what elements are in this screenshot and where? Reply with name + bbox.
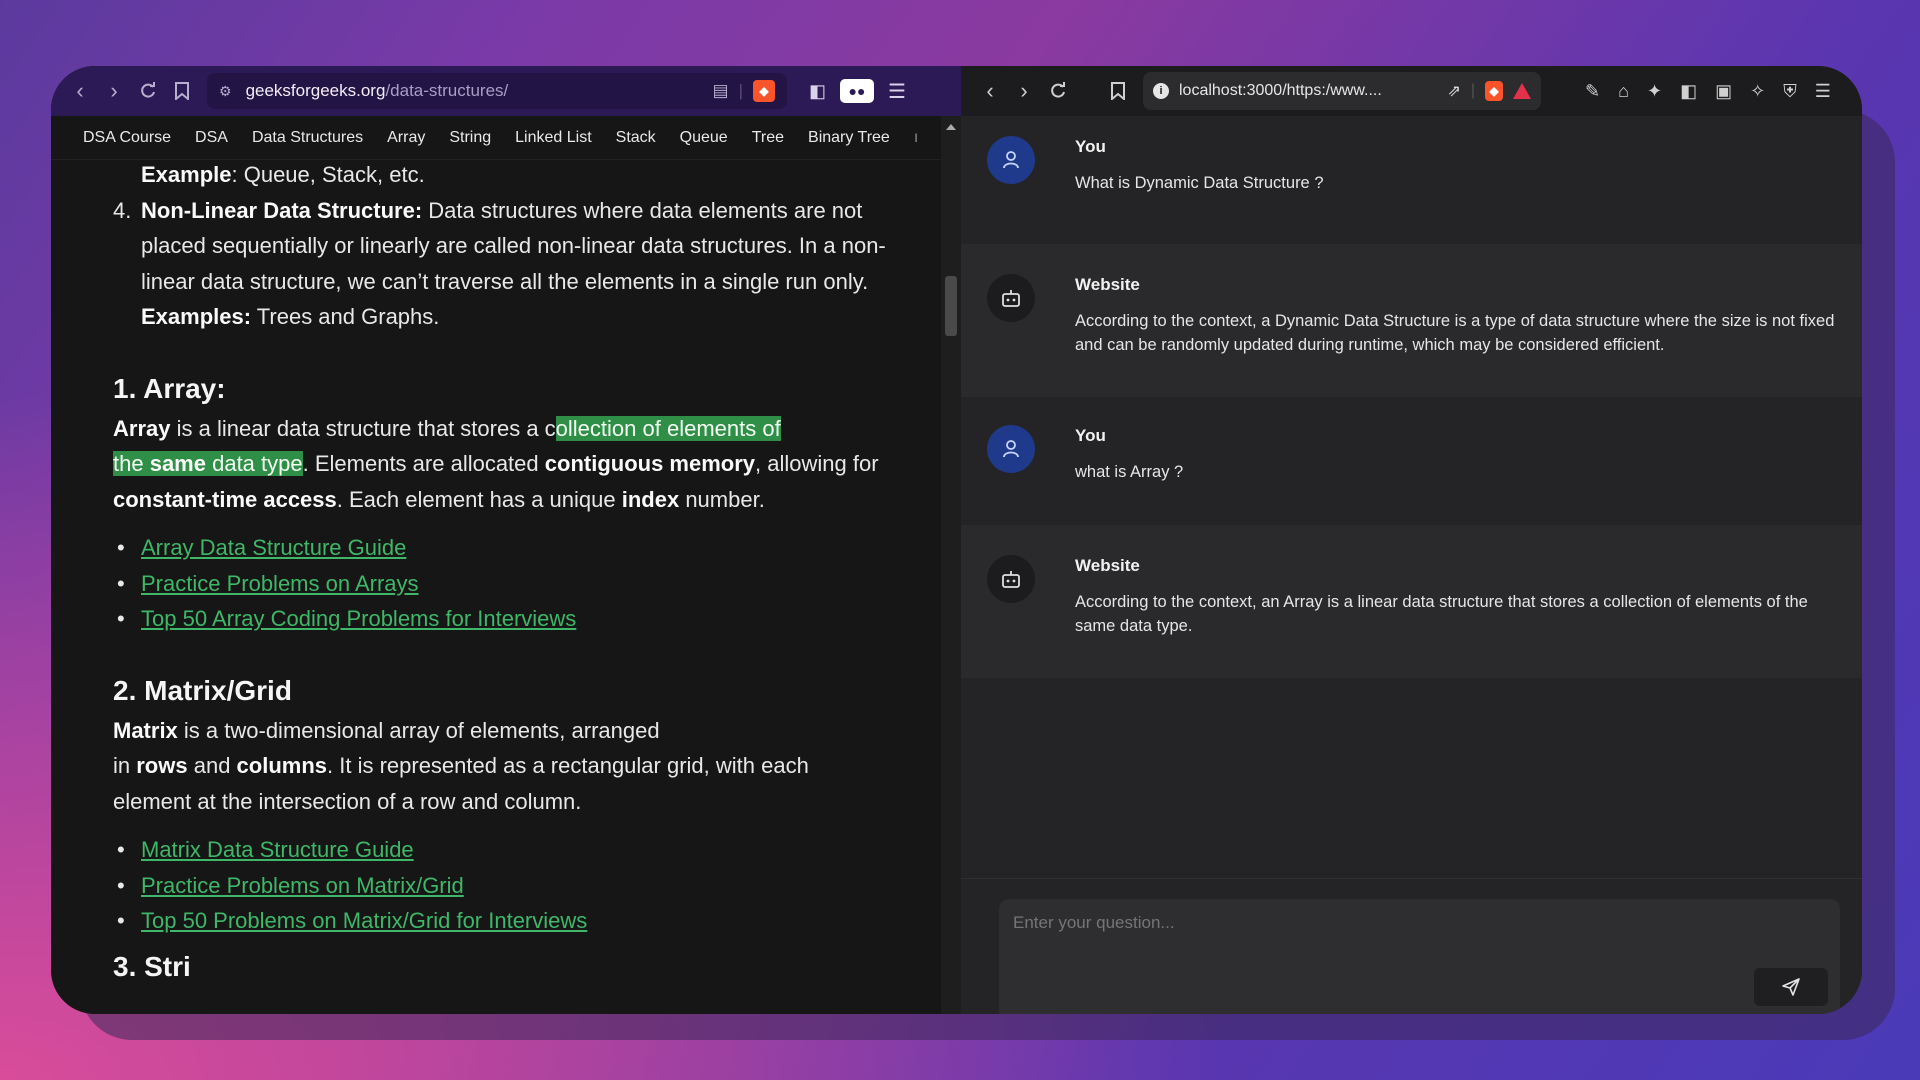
array-paragraph: Array is a linear data structure that st… (113, 415, 879, 512)
forward-icon[interactable]: › (97, 74, 131, 108)
brave-shields-icon[interactable]: ◆ (753, 80, 775, 102)
menu-icon[interactable]: ☰ (1815, 81, 1831, 102)
reload-icon[interactable] (1041, 74, 1075, 108)
sidebar-toggle-icon[interactable]: ◧ (809, 81, 826, 102)
bookmark-icon[interactable] (165, 74, 199, 108)
browser-window: ‹ › ⚙ geeksforgeeks.org/data-structures/… (51, 66, 1862, 1014)
reader-mode-icon[interactable]: ▤ (713, 81, 729, 101)
right-browser-pane: ‹ › i localhost:3000/https:/www.... ⇗ | … (961, 66, 1862, 1014)
link-matrix-practice[interactable]: Practice Problems on Matrix/Grid (141, 873, 464, 898)
nav-link-tree[interactable]: Tree (752, 129, 784, 147)
matrix-heading: 2. Matrix/Grid (113, 674, 292, 706)
user-avatar-icon (987, 425, 1035, 473)
url-text: localhost:3000/https:/www.... (1179, 82, 1382, 99)
site-nav: DSA Course DSA Data Structures Array Str… (51, 116, 961, 160)
scroll-thumb[interactable] (945, 276, 957, 336)
nav-link-string[interactable]: String (449, 129, 491, 147)
wallet-icon[interactable]: ▣ (1715, 81, 1732, 102)
message-sender: You (1075, 426, 1106, 445)
article-content: Example: Queue, Stack, etc. 4. Non-Linea… (51, 157, 961, 983)
matrix-paragraph: Matrix is a two-dimensional array of ele… (113, 717, 809, 814)
brave-shields-icon[interactable]: ◆ (1485, 81, 1503, 101)
info-icon[interactable]: i (1153, 83, 1169, 99)
bot-extension-icon[interactable]: ⌂ (1618, 81, 1629, 102)
highlighted-text: ollection of elements of (555, 415, 781, 441)
address-bar[interactable]: i localhost:3000/https:/www.... ⇗ | ◆ (1143, 72, 1541, 110)
nav-link-data-structures[interactable]: Data Structures (252, 129, 363, 147)
right-toolbar: ‹ › i localhost:3000/https:/www.... ⇗ | … (961, 66, 1862, 116)
left-toolbar: ‹ › ⚙ geeksforgeeks.org/data-structures/… (51, 66, 961, 116)
sidebar-toggle-icon[interactable]: ◧ (1680, 81, 1697, 102)
nav-link-array[interactable]: Array (387, 129, 425, 147)
bookmark-icon[interactable] (1101, 74, 1135, 108)
vpn-shield-icon[interactable]: ⛨ (1783, 81, 1797, 102)
chat-message-bot: Website According to the context, a Dyna… (961, 244, 1862, 397)
array-links: Array Data Structure Guide Practice Prob… (113, 530, 891, 637)
nav-link-binary-tree[interactable]: Binary Tree (808, 129, 890, 147)
chat-message-user: You What is Dynamic Data Structure ? (961, 116, 1862, 244)
bot-avatar-icon (987, 555, 1035, 603)
share-icon[interactable]: ⇗ (1447, 81, 1460, 101)
user-avatar-icon (987, 136, 1035, 184)
nav-link-stack[interactable]: Stack (616, 129, 656, 147)
link-array-top50[interactable]: Top 50 Array Coding Problems for Intervi… (141, 606, 576, 631)
question-input[interactable] (999, 899, 1840, 1014)
next-heading-partial: 3. Stri (113, 950, 191, 982)
link-matrix-guide[interactable]: Matrix Data Structure Guide (141, 837, 414, 862)
nav-link-dsa-course[interactable]: DSA Course (83, 129, 171, 147)
page-scrollbar[interactable] (941, 116, 961, 1014)
chat-message-bot: Website According to the context, an Arr… (961, 525, 1862, 678)
scroll-up-arrow[interactable] (946, 124, 956, 130)
message-text: According to the context, a Dynamic Data… (1075, 312, 1835, 354)
send-icon (1782, 978, 1800, 996)
link-matrix-top50[interactable]: Top 50 Problems on Matrix/Grid for Inter… (141, 908, 587, 933)
left-browser-pane: ‹ › ⚙ geeksforgeeks.org/data-structures/… (51, 66, 961, 1014)
message-sender: Website (1075, 556, 1140, 575)
send-button[interactable] (1754, 968, 1828, 1006)
back-icon[interactable]: ‹ (973, 74, 1007, 108)
url-host: geeksforgeeks.org (245, 81, 386, 100)
numbered-list: 4. Non-Linear Data Structure: Data struc… (113, 193, 891, 335)
reload-icon[interactable] (131, 74, 165, 108)
address-bar[interactable]: ⚙ geeksforgeeks.org/data-structures/ ▤ |… (207, 73, 787, 109)
back-icon[interactable]: ‹ (63, 74, 97, 108)
example-line: Example: Queue, Stack, etc. (141, 162, 425, 187)
brave-rewards-icon[interactable] (1513, 83, 1531, 99)
matrix-links: Matrix Data Structure Guide Practice Pro… (113, 832, 891, 939)
link-array-guide[interactable]: Array Data Structure Guide (141, 535, 406, 560)
nav-link-linked-list[interactable]: Linked List (515, 129, 592, 147)
message-sender: Website (1075, 275, 1140, 294)
eyedropper-icon[interactable]: ✎ (1585, 81, 1600, 102)
nav-link-dsa[interactable]: DSA (195, 129, 228, 147)
chat-message-user: You what is Array ? (961, 397, 1862, 525)
site-settings-icon[interactable]: ⚙ (219, 83, 232, 100)
bot-avatar-icon (987, 274, 1035, 322)
extensions-icon[interactable]: ✦ (1647, 81, 1662, 102)
chat-thread: You What is Dynamic Data Structure ? Web… (961, 116, 1862, 678)
url-path: /data-structures/ (385, 81, 509, 100)
array-heading: 1. Array: (113, 372, 226, 404)
leo-icon[interactable]: ✧ (1750, 81, 1765, 102)
nav-link-queue[interactable]: Queue (680, 129, 728, 147)
nav-overflow-divider: ı (913, 128, 919, 146)
composer-area (961, 878, 1862, 1014)
message-text: What is Dynamic Data Structure ? (1075, 174, 1324, 192)
message-text: what is Array ? (1075, 463, 1184, 481)
reading-glasses-icon[interactable]: ●● (840, 79, 875, 103)
message-text: According to the context, an Array is a … (1075, 593, 1808, 635)
forward-icon[interactable]: › (1007, 74, 1041, 108)
menu-icon[interactable]: ☰ (888, 79, 906, 104)
link-array-practice[interactable]: Practice Problems on Arrays (141, 571, 419, 596)
list-item: 4. Non-Linear Data Structure: Data struc… (113, 197, 886, 330)
message-sender: You (1075, 137, 1106, 156)
